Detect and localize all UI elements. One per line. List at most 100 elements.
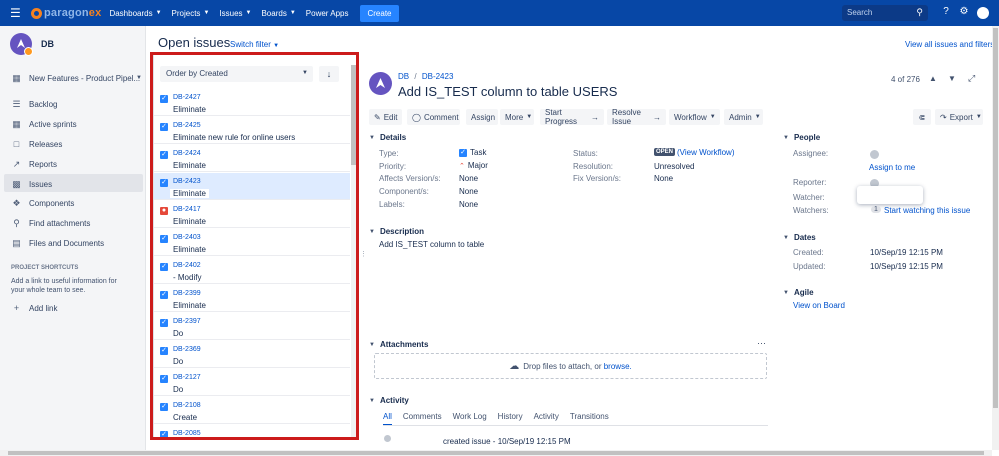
page-title: Open issues <box>158 35 231 50</box>
top-navigation-bar: ☰ paragonex Dashboards ▼ Projects ▼ Issues… <box>0 0 999 26</box>
edit-label: Edit <box>383 112 398 122</box>
more-options-icon[interactable]: ⋯ <box>757 338 766 349</box>
export-icon: ↷ <box>940 112 947 122</box>
description-text[interactable]: Add IS_TEST column to table <box>379 240 484 249</box>
sidebar-item-issues[interactable]: ▩ Issues <box>11 179 52 189</box>
page-vertical-scrollbar[interactable] <box>992 26 999 450</box>
assign-to-me-link[interactable]: Assign to me <box>869 163 915 172</box>
create-button[interactable]: Create <box>360 4 399 22</box>
chevron-down-icon: ▼ <box>155 10 162 16</box>
tab-transitions[interactable]: Transitions <box>570 412 609 426</box>
user-hover-card <box>857 186 923 204</box>
tab-activity[interactable]: Activity <box>534 412 559 426</box>
status-label: Status: <box>573 149 598 158</box>
tabs-divider <box>383 425 768 426</box>
type-value: ✓ Task <box>459 148 486 157</box>
view-on-board-link[interactable]: View on Board <box>793 301 845 310</box>
page-horizontal-scrollbar-thumb[interactable] <box>8 451 984 455</box>
add-link-button[interactable]: + Add link <box>11 303 58 313</box>
status-badge[interactable]: OPEN <box>654 148 676 156</box>
sidebar-item-backlog[interactable]: ☰ Backlog <box>11 99 57 109</box>
start-progress-button[interactable]: Start Progress → <box>540 108 604 126</box>
task-icon: ✓ <box>459 148 467 157</box>
browse-link[interactable]: browse. <box>604 362 632 371</box>
resolution-value: Unresolved <box>654 162 695 171</box>
details-section-toggle[interactable]: ▼ Details <box>369 133 406 142</box>
page-vertical-scrollbar-thumb[interactable] <box>993 28 998 408</box>
details-heading: Details <box>379 133 407 142</box>
view-workflow-link[interactable]: (View Workflow) <box>677 148 735 157</box>
app-switcher-icon[interactable]: ☰ <box>10 6 24 20</box>
admin-button[interactable]: Admin ▼ <box>724 109 763 125</box>
chevron-down-icon: ▼ <box>273 43 280 49</box>
switch-filter-label: Switch filter <box>230 40 271 49</box>
tab-all[interactable]: All <box>383 412 392 426</box>
agile-section-toggle[interactable]: ▼ Agile <box>783 288 814 297</box>
updated-label: Updated: <box>793 262 826 271</box>
help-icon[interactable]: ? <box>940 6 952 18</box>
page-horizontal-scrollbar[interactable] <box>0 450 992 456</box>
collapse-icon: ▼ <box>369 228 375 235</box>
chevron-down-icon: ▼ <box>203 10 210 16</box>
watchers-count-badge[interactable]: 1 <box>871 206 881 213</box>
expand-icon[interactable]: ⤢ <box>968 73 975 84</box>
issues-icon: ▩ <box>12 179 21 189</box>
export-button[interactable]: ↷ Export ▼ <box>935 109 983 125</box>
previous-issue-icon[interactable]: ▲ <box>929 74 937 83</box>
releases-icon: □ <box>13 139 20 149</box>
issue-title[interactable]: Add IS_TEST column to table USERS <box>398 84 617 99</box>
priority-text: Major <box>467 161 488 170</box>
gear-icon[interactable]: ⚙ <box>958 6 970 18</box>
tab-work-log[interactable]: Work Log <box>453 412 487 426</box>
attachments-section-toggle[interactable]: ▼ Attachments <box>369 340 428 349</box>
assign-button[interactable]: Assign <box>466 109 498 125</box>
project-avatar[interactable] <box>10 33 33 56</box>
people-section-toggle[interactable]: ▼ People <box>783 133 820 142</box>
nav-power-apps[interactable]: Power Apps <box>306 9 349 18</box>
search-input[interactable]: Search ⚲ <box>842 5 928 21</box>
shortcuts-text: Add a link to useful information for you… <box>11 278 117 294</box>
sidebar-item-components[interactable]: ❖ Components <box>11 198 74 208</box>
sidebar-item-files-documents[interactable]: ▤ Files and Documents <box>11 238 104 248</box>
sidebar-item-active-sprints[interactable]: ▦ Active sprints <box>11 119 76 129</box>
chevron-down-icon: ▼ <box>526 114 533 120</box>
nav-boards[interactable]: Boards ▼ <box>261 9 295 18</box>
plus-icon: + <box>13 303 20 313</box>
sidebar-item-label: Backlog <box>29 99 58 109</box>
logo-suffix: ex <box>88 7 102 19</box>
agile-heading: Agile <box>793 288 814 297</box>
panel-resize-handle[interactable]: ⋮ <box>360 250 367 258</box>
switch-filter-link[interactable]: Switch filter ▼ <box>230 40 279 49</box>
breadcrumb-project[interactable]: DB <box>398 72 409 81</box>
sidebar-item-reports[interactable]: ↗ Reports <box>11 159 57 169</box>
workflow-button[interactable]: Workflow ▼ <box>669 109 720 125</box>
attachment-dropzone[interactable]: ☁ Drop files to attach, or browse. <box>374 353 767 379</box>
dates-section-toggle[interactable]: ▼ Dates <box>783 233 816 242</box>
share-button[interactable]: ⋐ <box>913 109 931 125</box>
tab-comments[interactable]: Comments <box>403 412 442 426</box>
nav-label: Issues <box>219 8 243 18</box>
search-placeholder: Search <box>847 8 873 17</box>
start-watching-link[interactable]: Start watching this issue <box>884 206 970 215</box>
edit-button[interactable]: ✎ Edit <box>369 109 402 125</box>
affects-version-value: None <box>459 174 479 183</box>
nav-label: Boards <box>261 8 287 18</box>
nav-dashboards[interactable]: Dashboards ▼ <box>109 9 161 18</box>
view-all-issues-link[interactable]: View all issues and filters <box>905 40 994 49</box>
tab-history[interactable]: History <box>498 412 523 426</box>
sidebar-item-releases[interactable]: □ Releases <box>11 139 63 149</box>
nav-issues[interactable]: Issues ▼ <box>219 9 251 18</box>
comment-button[interactable]: ◯ Comment <box>407 109 460 125</box>
paragon-logo[interactable]: paragonex <box>31 7 101 19</box>
nav-projects[interactable]: Projects ▼ <box>172 9 210 18</box>
next-issue-icon[interactable]: ▼ <box>948 74 956 83</box>
activity-section-toggle[interactable]: ▼ Activity <box>369 396 409 405</box>
arrow-right-icon: → <box>591 112 599 122</box>
sidebar-item-find-attachments[interactable]: ⚲ Find attachments <box>11 218 90 228</box>
more-button[interactable]: More ▼ <box>500 109 534 125</box>
user-avatar[interactable] <box>977 7 989 19</box>
resolve-issue-button[interactable]: Resolve Issue → <box>607 108 666 126</box>
breadcrumb-issue-key[interactable]: DB-2423 <box>422 72 454 81</box>
board-selector[interactable]: ▦ New Features - Product Pipel... ▼ <box>11 73 143 83</box>
description-section-toggle[interactable]: ▼ Description <box>369 227 424 236</box>
